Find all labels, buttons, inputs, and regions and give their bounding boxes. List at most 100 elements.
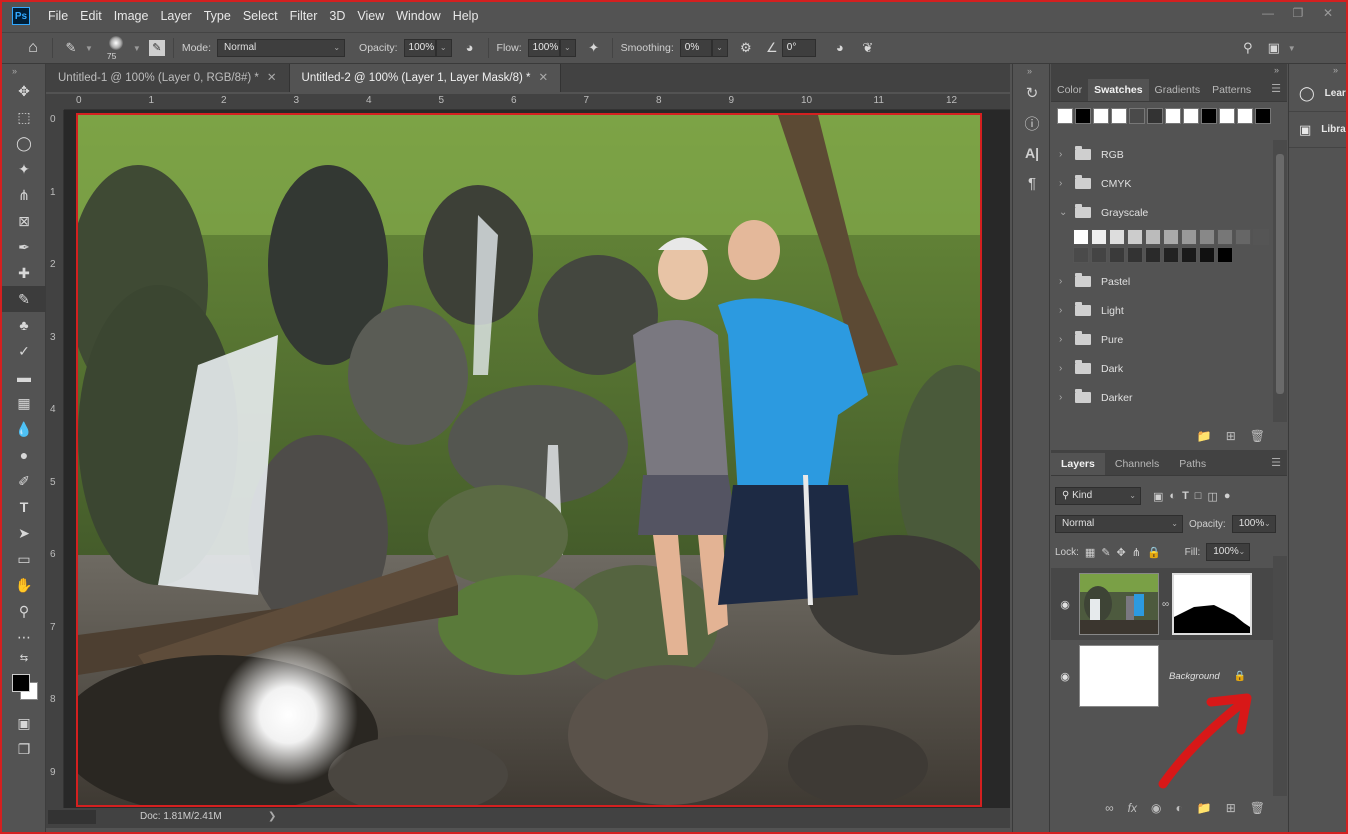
- chevron-right-icon[interactable]: ›: [1059, 363, 1071, 374]
- background-thumbnail[interactable]: [1079, 645, 1159, 707]
- chevron-down-icon[interactable]: ▼: [85, 44, 93, 53]
- stamp-tool-icon[interactable]: ♣: [2, 312, 46, 338]
- close-icon[interactable]: ✕: [267, 72, 277, 84]
- recent-swatch[interactable]: [1219, 108, 1235, 124]
- layers-scrollbar[interactable]: [1273, 556, 1287, 796]
- new-group-icon[interactable]: 📁: [1197, 801, 1212, 815]
- menu-select[interactable]: Select: [237, 2, 284, 30]
- recent-swatch[interactable]: [1165, 108, 1181, 124]
- canvas-area[interactable]: [64, 110, 1010, 808]
- brush-preset-picker[interactable]: 75: [103, 35, 129, 61]
- history-brush-tool-icon[interactable]: ✓: [2, 338, 46, 364]
- airbrush-icon[interactable]: ✦: [584, 38, 604, 58]
- flow-input[interactable]: 100%: [527, 39, 560, 57]
- new-swatch-icon[interactable]: ⊞: [1226, 429, 1236, 443]
- eye-icon[interactable]: ◉: [1051, 670, 1079, 683]
- dodge-tool-icon[interactable]: ●: [2, 442, 46, 468]
- fill-input[interactable]: 100% ⌄: [1206, 543, 1251, 561]
- lock-all-icon[interactable]: 🔒: [1147, 546, 1161, 559]
- lock-transparent-icon[interactable]: ▦: [1085, 546, 1095, 559]
- opacity-input[interactable]: 100%: [403, 39, 436, 57]
- tab-untitled-1[interactable]: Untitled-1 @ 100% (Layer 0, RGB/8#) * ✕: [46, 64, 290, 92]
- menu-file[interactable]: File: [42, 2, 74, 30]
- lock-icon[interactable]: 🔒: [1234, 671, 1246, 682]
- crop-tool-icon[interactable]: ⋔: [2, 182, 46, 208]
- tab-untitled-2[interactable]: Untitled-2 @ 100% (Layer 1, Layer Mask/8…: [289, 64, 562, 92]
- lasso-tool-icon[interactable]: ◯: [2, 130, 46, 156]
- grayscale-swatch[interactable]: [1145, 229, 1161, 245]
- menu-filter[interactable]: Filter: [284, 2, 324, 30]
- blend-mode-select[interactable]: Normal ⌄: [1055, 515, 1183, 533]
- menu-image[interactable]: Image: [108, 2, 155, 30]
- grayscale-swatch[interactable]: [1127, 229, 1143, 245]
- layer-name[interactable]: Background: [1169, 671, 1220, 682]
- healing-tool-icon[interactable]: ✚: [2, 260, 46, 286]
- layer-opacity-input[interactable]: 100% ⌄: [1231, 515, 1276, 533]
- recent-swatch[interactable]: [1057, 108, 1073, 124]
- grayscale-swatch[interactable]: [1091, 247, 1107, 263]
- swatch-group-pure[interactable]: › Pure: [1051, 325, 1273, 354]
- pressure-size-icon[interactable]: ◕: [830, 38, 850, 58]
- tab-layers[interactable]: Layers: [1051, 453, 1105, 475]
- mode-select[interactable]: Normal ⌄: [217, 39, 346, 57]
- eye-icon[interactable]: ◉: [1051, 598, 1079, 611]
- grayscale-swatch[interactable]: [1109, 229, 1125, 245]
- grayscale-swatch[interactable]: [1199, 229, 1215, 245]
- angle-input[interactable]: 0°: [781, 39, 816, 57]
- grayscale-swatch[interactable]: [1235, 229, 1251, 245]
- swatches-scrollbar[interactable]: [1273, 140, 1287, 422]
- gear-icon[interactable]: ⚙: [736, 38, 756, 58]
- pen-tool-icon[interactable]: ✐: [2, 468, 46, 494]
- zoom-level-box[interactable]: [48, 810, 96, 824]
- eraser-tool-icon[interactable]: ▬: [2, 364, 46, 390]
- scrollbar-thumb[interactable]: [1276, 154, 1284, 394]
- character-panel-icon[interactable]: A|: [1013, 138, 1051, 168]
- expand-icon[interactable]: »: [2, 64, 45, 78]
- chevron-down-icon[interactable]: ▼: [1288, 44, 1296, 53]
- horizontal-ruler[interactable]: 0 1 2 3 4 5 6 7 8 9 10 11 12: [64, 94, 1010, 110]
- swatch-group-rgb[interactable]: › RGB: [1051, 140, 1273, 169]
- filter-shape-icon[interactable]: □: [1195, 490, 1202, 502]
- search-icon[interactable]: ⚲: [1238, 38, 1258, 58]
- filter-kind-select[interactable]: ⚲ Kind ⌄: [1055, 487, 1141, 505]
- vertical-ruler[interactable]: 0 1 2 3 4 5 6 7 8 9: [46, 110, 64, 808]
- layer-mask-thumbnail[interactable]: [1172, 573, 1253, 635]
- chevron-right-icon[interactable]: ›: [1059, 392, 1071, 403]
- grayscale-swatch[interactable]: [1181, 247, 1197, 263]
- lock-position-icon[interactable]: ✥: [1117, 546, 1126, 559]
- learn-panel-button[interactable]: ◯ Learn: [1289, 76, 1346, 112]
- close-icon[interactable]: ✕: [1320, 6, 1336, 20]
- grayscale-swatch[interactable]: [1253, 229, 1269, 245]
- recent-swatch[interactable]: [1237, 108, 1253, 124]
- layer-1-thumbnail[interactable]: [1079, 573, 1159, 635]
- recent-swatch[interactable]: [1093, 108, 1109, 124]
- brush-tool-icon[interactable]: ✎: [61, 38, 81, 58]
- layer-1-row[interactable]: ◉ ∞: [1051, 568, 1273, 640]
- brush-tool-icon[interactable]: ✎: [2, 286, 46, 312]
- grayscale-swatch[interactable]: [1181, 229, 1197, 245]
- chevron-down-icon[interactable]: ▼: [133, 44, 141, 53]
- tab-channels[interactable]: Channels: [1105, 453, 1169, 475]
- grayscale-swatch[interactable]: [1163, 229, 1179, 245]
- grayscale-swatch[interactable]: [1145, 247, 1161, 263]
- menu-help[interactable]: Help: [447, 2, 485, 30]
- close-icon[interactable]: ✕: [539, 72, 549, 84]
- restore-icon[interactable]: ❐: [1290, 6, 1306, 20]
- swatch-group-grayscale[interactable]: ⌄ Grayscale: [1051, 198, 1273, 227]
- libraries-panel-button[interactable]: ▣ Libraries: [1289, 112, 1346, 148]
- filter-smart-object-icon[interactable]: ◫: [1207, 490, 1217, 503]
- info-panel-icon[interactable]: ⓘ: [1013, 108, 1051, 138]
- link-layers-icon[interactable]: ∞: [1105, 801, 1114, 815]
- hand-tool-icon[interactable]: ✋: [2, 572, 46, 598]
- swap-colors-icon[interactable]: ⇆: [2, 650, 46, 666]
- recent-swatch[interactable]: [1183, 108, 1199, 124]
- pressure-opacity-icon[interactable]: ◕: [460, 38, 480, 58]
- home-icon[interactable]: ⌂: [22, 37, 44, 59]
- magic-wand-tool-icon[interactable]: ✦: [2, 156, 46, 182]
- quick-mask-icon[interactable]: ▣: [2, 710, 46, 736]
- recent-swatch[interactable]: [1201, 108, 1217, 124]
- blur-tool-icon[interactable]: 💧: [2, 416, 46, 442]
- fx-icon[interactable]: fx: [1128, 801, 1137, 815]
- tab-swatches[interactable]: Swatches: [1088, 79, 1149, 101]
- recent-swatch[interactable]: [1111, 108, 1127, 124]
